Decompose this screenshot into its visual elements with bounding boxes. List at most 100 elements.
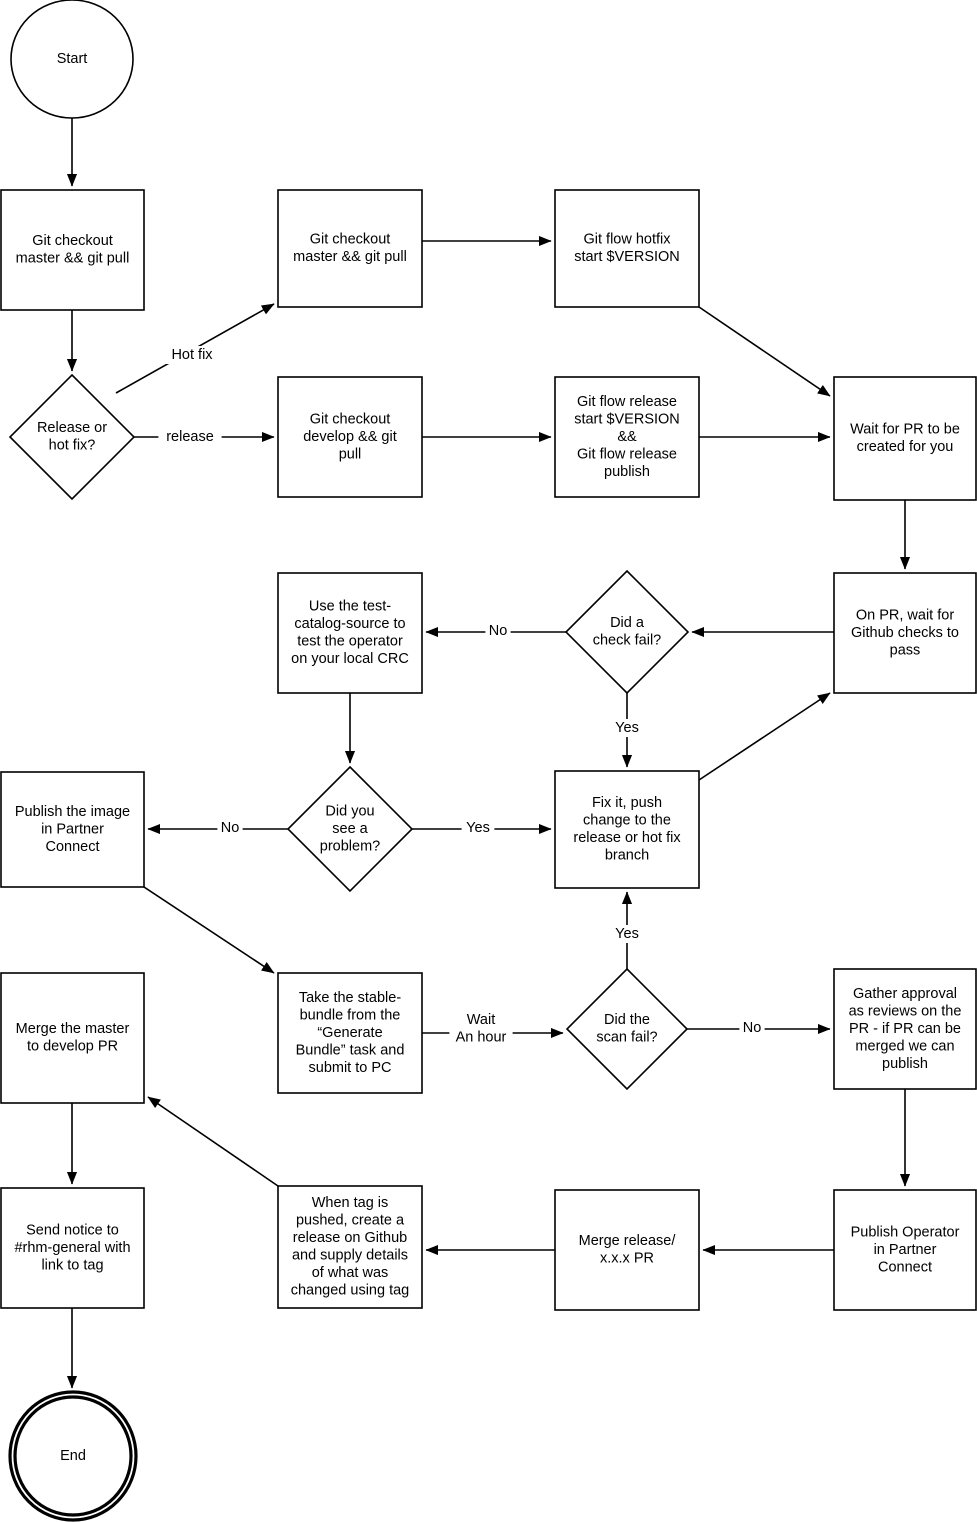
node-on-pr-wait-checks: On PR, wait for Github checks topass [833,572,977,694]
node-text-end: End [60,1448,86,1464]
node-label-line: in Partner [41,821,104,837]
node-merge-master-to-develop: Merge the master to develop PR [0,972,145,1104]
edge-label-e-scanfail-no-gather: No [739,1019,765,1037]
edge-label-e-decision-hotfix: Hot fix [160,346,224,364]
node-wait-for-pr: Wait for PR to becreated for you [833,376,977,501]
node-label-line: scan fail? [596,1030,657,1046]
node-label-line: Did you [325,803,374,819]
node-label-line: release on Github [293,1230,407,1246]
node-start: Start [10,0,134,119]
node-label-line: On PR, wait for [856,607,954,623]
node-send-notice: Send notice to #rhm-general withlink to t… [0,1187,145,1309]
node-label-line: Publish Operator [851,1224,960,1240]
edge-label-e-problem-no-publishimage: No [217,819,243,837]
node-label-line: on your local CRC [291,651,409,667]
edge-label-text: release [166,429,214,445]
edge-label-text: Yes [615,720,639,736]
node-label-line: Bundle” task and [296,1042,405,1058]
node-label-line: Did the [604,1012,650,1028]
node-when-tag-is-pushed: When tag is pushed, create arelease on Gi… [277,1185,423,1309]
edge-label-text: No [489,623,508,639]
node-git-checkout-master-1: Git checkout master && git pull [0,189,145,311]
node-label-line: in Partner [874,1242,937,1258]
node-publish-operator-partner-connect: Publish Operator in PartnerConnect [833,1189,977,1311]
node-label-line: Take the stable- [299,990,402,1006]
node-label-line: Did a [610,615,645,631]
node-text-start: Start [57,51,88,67]
edge-label-text: Yes [615,926,639,942]
edge-label-text: Wait [467,1012,495,1028]
edge-e-hotfixstart-waitpr [698,306,831,397]
node-merge-release-pr: Merge release/x.x.x PR [554,1189,700,1311]
node-label-line: link to tag [41,1257,103,1273]
node-label-line: Git flow release [577,394,677,410]
flowchart-svg: Start Git checkout master && git pull Relea… [0,0,977,1522]
node-label-line: merged we can [855,1038,954,1054]
edge-label-text: Hot fix [171,347,213,363]
node-label-line: When tag is [312,1195,389,1211]
edge-label-text: Yes [466,820,490,836]
node-label-line: Release or [37,420,107,436]
node-use-test-catalog-source: Use the test-catalog-source to test the o… [277,572,423,694]
node-label-line: Git checkout [32,233,113,249]
flowchart-canvas: Start Git checkout master && git pull Relea… [0,0,977,1522]
node-label-line: Start [57,51,88,67]
node-git-checkout-develop: Git checkout develop && gitpull [277,376,423,498]
node-label-line: Git flow release [577,446,677,462]
node-publish-image-partner-connect: Publish the imagein Partner Connect [0,771,145,888]
node-text-did-the-scan-fail: Did the scan fail? [596,1012,657,1046]
node-label-line: check fail? [593,633,662,649]
node-label-line: to develop PR [27,1039,118,1055]
node-label-line: #rhm-general with [14,1240,130,1256]
edge-label-e-scanfail-yes-fixit: Yes [610,925,644,943]
node-label-line: Git flow hotfix [583,232,671,248]
node-label-line: End [60,1448,86,1464]
node-label-line: submit to PC [309,1060,392,1076]
node-label-line: bundle from the [300,1007,401,1023]
node-did-you-see-a-problem: Did you see aproblem? [286,765,414,893]
node-label-line: hot fix? [49,438,96,454]
node-label-line: x.x.x PR [600,1251,654,1267]
node-label-line: Connect [45,839,99,855]
node-label-line: as reviews on the [849,1003,962,1019]
edges-layer [66,118,911,1389]
node-label-line: Gather approval [853,986,957,1002]
node-label-line: PR - if PR can be [849,1021,961,1037]
edge-label-text: No [221,820,240,836]
node-label-line: pushed, create a [296,1213,405,1229]
node-label-line: Publish the image [15,804,130,820]
node-label-line: Merge the master [16,1021,130,1037]
node-label-line: problem? [320,838,380,854]
node-take-stable-bundle: Take the stable-bundle from the “Generate… [277,972,423,1094]
node-label-line: Wait for PR to be [850,422,960,438]
node-text-git-flow-hotfix-start: Git flow hotfixstart $VERSION [574,232,680,266]
node-label-line: and supply details [292,1248,408,1264]
node-label-line: pull [339,446,362,462]
node-label-line: start $VERSION [574,411,680,427]
node-label-line: created for you [857,439,954,455]
edge-label-e-takebundle-scanfail: Wait An hour [449,1011,513,1047]
edge-label-e-problem-yes-fixit: Yes [461,819,495,837]
node-git-checkout-master-2: Git checkoutmaster && git pull [277,189,423,308]
node-label-line: of what was [312,1265,389,1281]
node-label-line: Git checkout [310,411,391,427]
edge-e-whentag-mergemaster [147,1096,279,1187]
node-label-line: change to the [583,813,671,829]
node-did-the-scan-fail: Did the scan fail? [565,967,689,1091]
node-text-merge-master-to-develop: Merge the master to develop PR [16,1021,130,1055]
node-text-git-checkout-master-1: Git checkout master && git pull [16,233,130,267]
node-label-line: changed using tag [291,1283,410,1299]
node-did-a-check-fail: Did a check fail? [564,569,690,695]
node-label-line: “Generate [317,1025,382,1041]
node-label-line: publish [882,1056,928,1072]
node-label-line: && [617,429,637,445]
node-gather-approval: Gather approvalas reviews on the PR - if … [833,968,977,1090]
node-text-git-checkout-master-2: Git checkoutmaster && git pull [293,232,407,266]
node-label-line: branch [605,848,649,864]
node-label-line: publish [604,464,650,480]
node-release-or-hotfix: Release or hot fix? [8,373,136,501]
edge-label-text: An hour [456,1030,507,1046]
edge-e-fixit-onpr [698,692,831,781]
node-label-line: pass [890,642,921,658]
node-label-line: master && git pull [16,251,130,267]
